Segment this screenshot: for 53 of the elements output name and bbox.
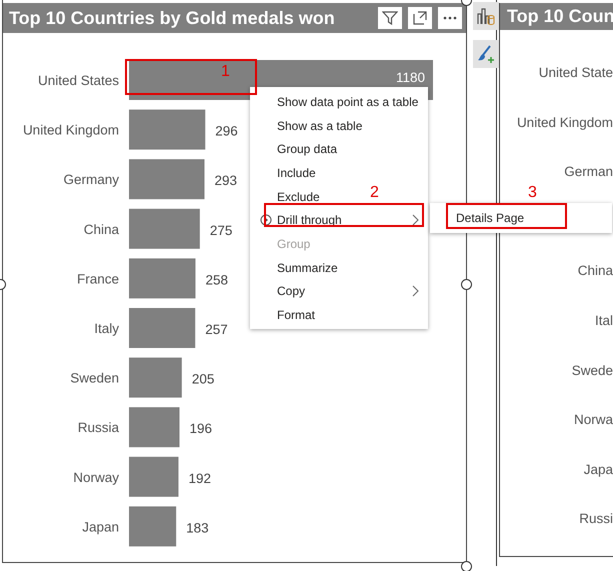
category-label: Russia [78,420,119,436]
more-options-icon[interactable] [438,7,462,29]
data-label: 258 [205,272,228,288]
format-brush-icon[interactable] [473,40,499,68]
category-label: China [578,263,613,278]
menu-item[interactable]: Show data point as a table [250,90,422,114]
step-number: 3 [528,184,537,202]
menu-item[interactable]: Exclude [250,184,324,208]
category-label: Norway [73,470,119,485]
data-label: 192 [188,470,211,486]
category-label: Japa [584,462,613,477]
category-label: China [84,222,119,237]
category-label: Italy [94,321,119,336]
category-label: Germany [63,172,119,188]
step-number: 2 [370,184,379,202]
category-label: United States [38,73,119,88]
focus-mode-icon[interactable] [408,7,432,29]
category-label: United Kingdom [516,114,613,130]
data-label: 275 [210,222,232,238]
chevron-icon [412,214,420,226]
chart-data-icon[interactable] [473,2,499,30]
step-number: 1 [221,63,230,81]
menu-item[interactable]: Show as a table [250,114,366,138]
category-label: Sweden [70,370,119,386]
data-label: 257 [205,322,228,337]
data-label: 293 [214,173,238,188]
category-label: United State [538,65,613,80]
menu-item[interactable]: Drill through [250,208,428,232]
resize-handle[interactable] [461,279,472,290]
data-label: 183 [186,520,209,536]
category-label: Japan [82,519,119,534]
data-label: 196 [190,421,212,436]
category-label: German [564,164,613,180]
menu-item[interactable]: Copy [250,280,428,304]
data-label: 205 [192,372,214,387]
resize-handle[interactable] [461,561,472,571]
category-label: Ital [594,312,613,328]
menu-item[interactable]: Details Page [430,206,612,230]
category-label: Russi [579,511,613,526]
drill-through-icon [260,214,272,226]
menu-item[interactable]: Include [250,161,320,185]
visual-title: Top 10 Countries by Gold medals won [9,8,336,28]
category-label: Norwa [574,412,613,428]
chevron-icon [412,285,420,298]
menu-item[interactable]: Summarize [250,256,342,280]
menu-item[interactable]: Group data [250,137,342,162]
category-label: Swede [572,362,613,378]
category-label: United Kingdom [22,122,119,138]
data-label: 1180 [396,70,425,85]
data-label: 296 [215,124,238,139]
filter-icon[interactable] [378,7,402,29]
menu-item[interactable]: Format [250,303,320,327]
category-label: France [76,271,119,286]
